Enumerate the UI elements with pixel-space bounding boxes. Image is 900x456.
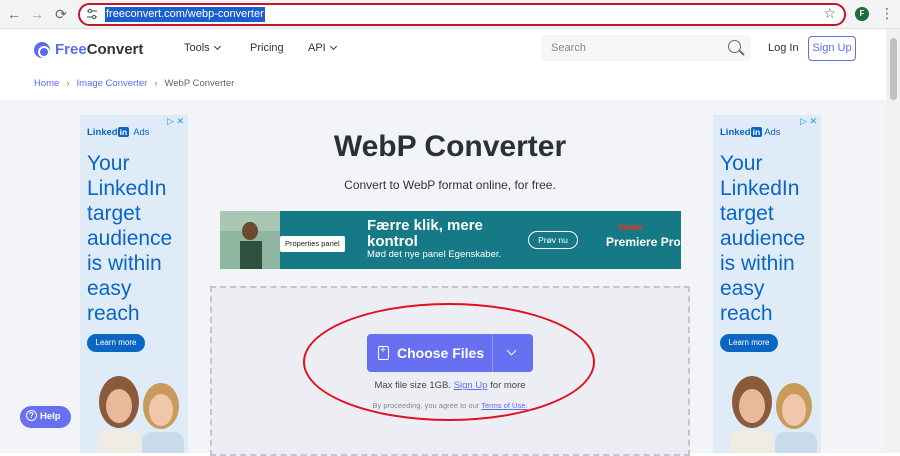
page-scrollbar[interactable] bbox=[886, 29, 900, 453]
nav-tools[interactable]: Tools bbox=[184, 42, 221, 54]
breadcrumb-current: WebP Converter bbox=[164, 78, 235, 89]
search-placeholder: Search bbox=[551, 42, 586, 54]
address-bar[interactable]: freeconvert.com/webp-converter ☆ bbox=[78, 3, 846, 26]
profile-avatar[interactable]: F bbox=[855, 7, 869, 21]
ad-photo bbox=[87, 362, 187, 453]
site-settings-icon[interactable] bbox=[86, 8, 98, 20]
annotation-ellipse bbox=[303, 303, 595, 421]
adobe-banner-ad[interactable]: Properties panel Færre klik, mere kontro… bbox=[220, 211, 681, 269]
nav-api[interactable]: API bbox=[308, 42, 337, 54]
ad-headline: Your LinkedIn target audience is within … bbox=[720, 152, 806, 325]
breadcrumb-image-converter[interactable]: Image Converter bbox=[77, 78, 148, 89]
page-subtitle: Convert to WebP format online, for free. bbox=[344, 178, 556, 192]
right-ad[interactable]: ▷ ✕ Linked in Ads Your LinkedIn target aud… bbox=[713, 115, 821, 453]
banner-photo bbox=[220, 211, 280, 269]
linkedin-ads-logo: Linked in Ads bbox=[720, 127, 781, 138]
reload-icon[interactable]: ⟳ bbox=[52, 5, 70, 23]
linkedin-ads-logo: Linked in Ads bbox=[87, 127, 150, 138]
url-text[interactable]: freeconvert.com/webp-converter bbox=[105, 7, 265, 22]
site-header: FreeConvert Tools Pricing API Search Log… bbox=[0, 29, 886, 69]
breadcrumb-separator-icon: › bbox=[154, 78, 158, 89]
bookmark-star-icon[interactable]: ☆ bbox=[823, 5, 836, 22]
logo-icon bbox=[34, 41, 50, 58]
banner-headline: Færre klik, mere kontrol bbox=[367, 217, 483, 250]
adobe-logo: Adobe bbox=[618, 223, 643, 232]
search-input[interactable]: Search bbox=[541, 35, 751, 61]
ad-learn-more-button[interactable]: Learn more bbox=[87, 334, 145, 352]
back-icon[interactable]: ← bbox=[5, 5, 23, 23]
help-button[interactable]: ? Help bbox=[20, 406, 71, 428]
ad-headline: Your LinkedIn target audience is within … bbox=[87, 152, 173, 325]
ad-choices-icon[interactable]: ▷ ✕ bbox=[167, 116, 184, 127]
forward-icon[interactable]: → bbox=[28, 5, 46, 23]
browser-menu-icon[interactable]: ⋮ bbox=[880, 5, 894, 22]
signup-button[interactable]: Sign Up bbox=[808, 36, 856, 61]
chevron-down-icon bbox=[213, 42, 221, 51]
breadcrumb: Home › Image Converter › WebP Converter bbox=[34, 78, 234, 89]
ad-photo bbox=[720, 362, 820, 453]
freeconvert-logo[interactable]: FreeConvert bbox=[34, 41, 143, 58]
breadcrumb-separator-icon: › bbox=[66, 78, 70, 89]
question-icon: ? bbox=[26, 410, 37, 421]
breadcrumb-home[interactable]: Home bbox=[34, 78, 59, 89]
left-ad[interactable]: ▷ ✕ Linked in Ads Your LinkedIn target aud… bbox=[80, 115, 188, 453]
page-title: WebP Converter bbox=[333, 130, 567, 163]
login-link[interactable]: Log In bbox=[768, 42, 799, 54]
properties-panel-chip: Properties panel bbox=[280, 236, 345, 252]
nav-pricing[interactable]: Pricing bbox=[250, 42, 284, 54]
chevron-down-icon bbox=[329, 42, 337, 51]
browser-toolbar: ← → ⟳ freeconvert.com/webp-converter ☆ F… bbox=[0, 0, 900, 29]
ad-choices-icon[interactable]: ▷ ✕ bbox=[800, 116, 817, 127]
logo-text: FreeConvert bbox=[55, 41, 144, 58]
premiere-pro-label: Premiere Pro bbox=[606, 235, 681, 249]
search-icon[interactable] bbox=[728, 40, 741, 53]
scrollbar-thumb[interactable] bbox=[890, 38, 897, 100]
banner-try-button[interactable]: Prøv nu bbox=[528, 231, 578, 249]
banner-subline: Mød det nye panel Egenskaber. bbox=[367, 249, 502, 260]
ad-learn-more-button[interactable]: Learn more bbox=[720, 334, 778, 352]
